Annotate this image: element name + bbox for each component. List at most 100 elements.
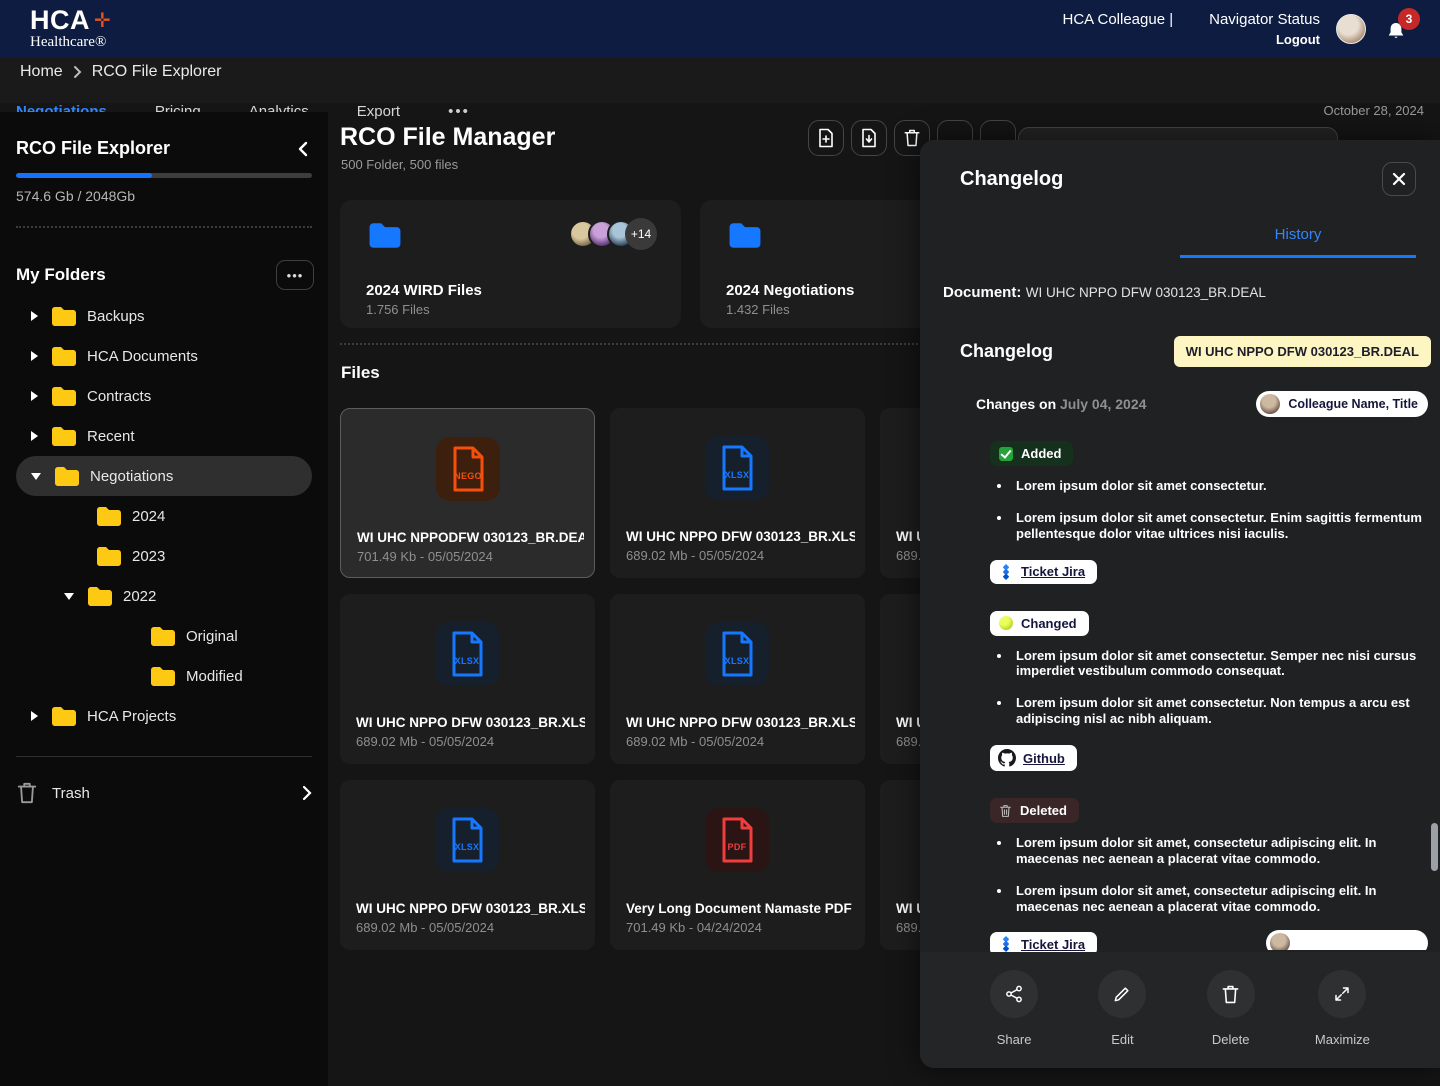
share-icon [1004,984,1024,1004]
breadcrumb: Home RCO File Explorer [0,57,1440,81]
hca-star-icon: ✛ [94,11,111,31]
folder-icon [51,346,77,367]
logo-text: HCA [30,7,90,34]
file-card[interactable]: XLSX WI UHC NPPO DFW 030123_BR.XLSX 689.… [340,780,595,950]
folder-icon [368,222,402,249]
maximize-button[interactable]: Maximize [1315,970,1370,1068]
document-badge: WI UHC NPPO DFW 030123_BR.DEAL [1174,336,1431,367]
sidebar-item-recent[interactable]: Recent [0,416,328,456]
delete-button[interactable]: Delete [1207,970,1255,1068]
folder-tree: Backups HCA Documents Contracts Recent N [0,296,328,736]
file-meta: 689.02 Mb - 05/05/2024 [626,734,764,749]
xlsx-file-icon: XLSX [435,622,499,686]
logout-link[interactable]: Logout [1276,32,1320,47]
sidebar-title: RCO File Explorer [16,138,170,159]
sidebar-item-hca-documents[interactable]: HCA Documents [0,336,328,376]
folder-icon [150,666,176,687]
github-link[interactable]: Github [990,745,1077,771]
sidebar-item-original[interactable]: Original [0,616,328,656]
xlsx-file-icon: XLSX [705,436,769,500]
bullet: Lorem ipsum dolor sit amet consectetur. [1012,478,1426,494]
folder-card-count: 1.756 Files [366,302,430,317]
share-button[interactable]: Share [990,970,1038,1068]
file-meta: 689.02 Mb - 05/05/2024 [626,548,764,563]
file-card[interactable]: PDF Very Long Document Namaste PDF 701.4… [610,780,865,950]
current-date: October 28, 2024 [1324,103,1424,118]
bullet: Lorem ipsum dolor sit amet consectetur. … [1012,695,1426,727]
page-subtitle: 500 Folder, 500 files [341,157,458,172]
caret-down-icon [64,593,74,600]
changed-dot-icon [999,616,1013,630]
folder-icon [51,386,77,407]
close-panel-button[interactable] [1382,162,1416,196]
sidebar: RCO File Explorer 574.6 Gb / 2048Gb My F… [0,112,328,1086]
avatar [1270,933,1290,950]
user-label: HCA Colleague | [1062,11,1173,28]
folder-icon [51,426,77,447]
folders-more-button[interactable]: ••• [276,260,314,290]
folder-icon [150,626,176,647]
sidebar-item-2023[interactable]: 2023 [0,536,328,576]
document-name: WI UHC NPPO DFW 030123_BR.DEAL [1026,285,1266,300]
tab-history[interactable]: History [1275,226,1322,255]
tab-export[interactable]: Export [357,103,400,120]
files-heading: Files [341,363,380,383]
jira-icon [998,936,1014,952]
check-icon [999,447,1013,461]
caret-right-icon [31,351,38,361]
file-card[interactable]: XLSX WI UHC NPPO DFW 030123_BR.XLSX 689.… [610,408,865,578]
deal-file-icon: NEGO [436,437,500,501]
folder-card-wird[interactable]: +14 2024 WIRD Files 1.756 Files [340,200,681,328]
extra-avatars-badge[interactable]: +14 [625,218,657,250]
folder-icon [728,222,762,249]
user-avatar[interactable] [1336,14,1366,44]
next-author-chip-partial[interactable] [1266,930,1428,950]
shared-avatars: +14 [578,220,657,250]
bullet: Lorem ipsum dolor sit amet consectetur. … [1012,510,1426,542]
panel-tab-bar: History [1180,226,1416,258]
notifications-button[interactable]: 3 [1382,12,1412,46]
file-name: WI UHC NPPO DFW 030123_BR.XLSX [356,715,585,730]
change-date: July 04, 2024 [1060,396,1146,412]
caret-right-icon [31,711,38,721]
jira-link[interactable]: Ticket Jira [990,560,1097,584]
edit-button[interactable]: Edit [1098,970,1146,1068]
folder-icon [51,706,77,727]
panel-title: Changelog [960,168,1063,191]
tab-more[interactable]: ••• [448,103,470,120]
sidebar-item-2022[interactable]: 2022 [0,576,328,616]
file-meta: 701.49 Kb - 05/05/2024 [357,549,493,564]
sidebar-item-2024[interactable]: 2024 [0,496,328,536]
author-chip[interactable]: Colleague Name, Title [1256,391,1428,417]
changelog-section-heading: Changelog [960,341,1053,362]
storage-progress-fill [16,173,152,178]
trash-icon [16,781,38,805]
trash-icon [1221,984,1240,1005]
caret-down-icon [31,473,41,480]
folder-icon [96,546,122,567]
sidebar-item-trash[interactable]: Trash [16,771,312,815]
sidebar-item-backups[interactable]: Backups [0,296,328,336]
sidebar-item-contracts[interactable]: Contracts [0,376,328,416]
storage-progress-bar [16,173,312,178]
file-card[interactable]: NEGO WI UHC NPPODFW 030123_BR.DEAL 701.4… [340,408,595,578]
avatar [1260,394,1280,414]
folder-card-count: 1.432 Files [726,302,790,317]
breadcrumb-home[interactable]: Home [20,63,63,81]
hca-logo: HCA ✛ Healthcare® [30,7,111,50]
changelog-panel: Changelog History Document: WI UHC NPPO … [920,140,1440,1068]
folder-icon [54,466,80,487]
file-card[interactable]: XLSX WI UHC NPPO DFW 030123_BR.XLSX 689.… [610,594,865,764]
my-folders-heading: My Folders [16,265,106,285]
file-meta: 689.02 Mb - 05/05/2024 [356,734,494,749]
xlsx-file-icon: XLSX [435,808,499,872]
sidebar-item-modified[interactable]: Modified [0,656,328,696]
changed-badge: Changed [990,611,1089,636]
sidebar-collapse-button[interactable] [296,140,310,158]
file-card[interactable]: XLSX WI UHC NPPO DFW 030123_BR.XLSX 689.… [340,594,595,764]
pencil-icon [1112,984,1132,1004]
panel-scrollbar-thumb[interactable] [1431,823,1438,871]
sidebar-item-negotiations[interactable]: Negotiations [0,456,328,496]
navigator-status-link[interactable]: Navigator Status [1209,11,1320,28]
sidebar-item-hca-projects[interactable]: HCA Projects [0,696,328,736]
